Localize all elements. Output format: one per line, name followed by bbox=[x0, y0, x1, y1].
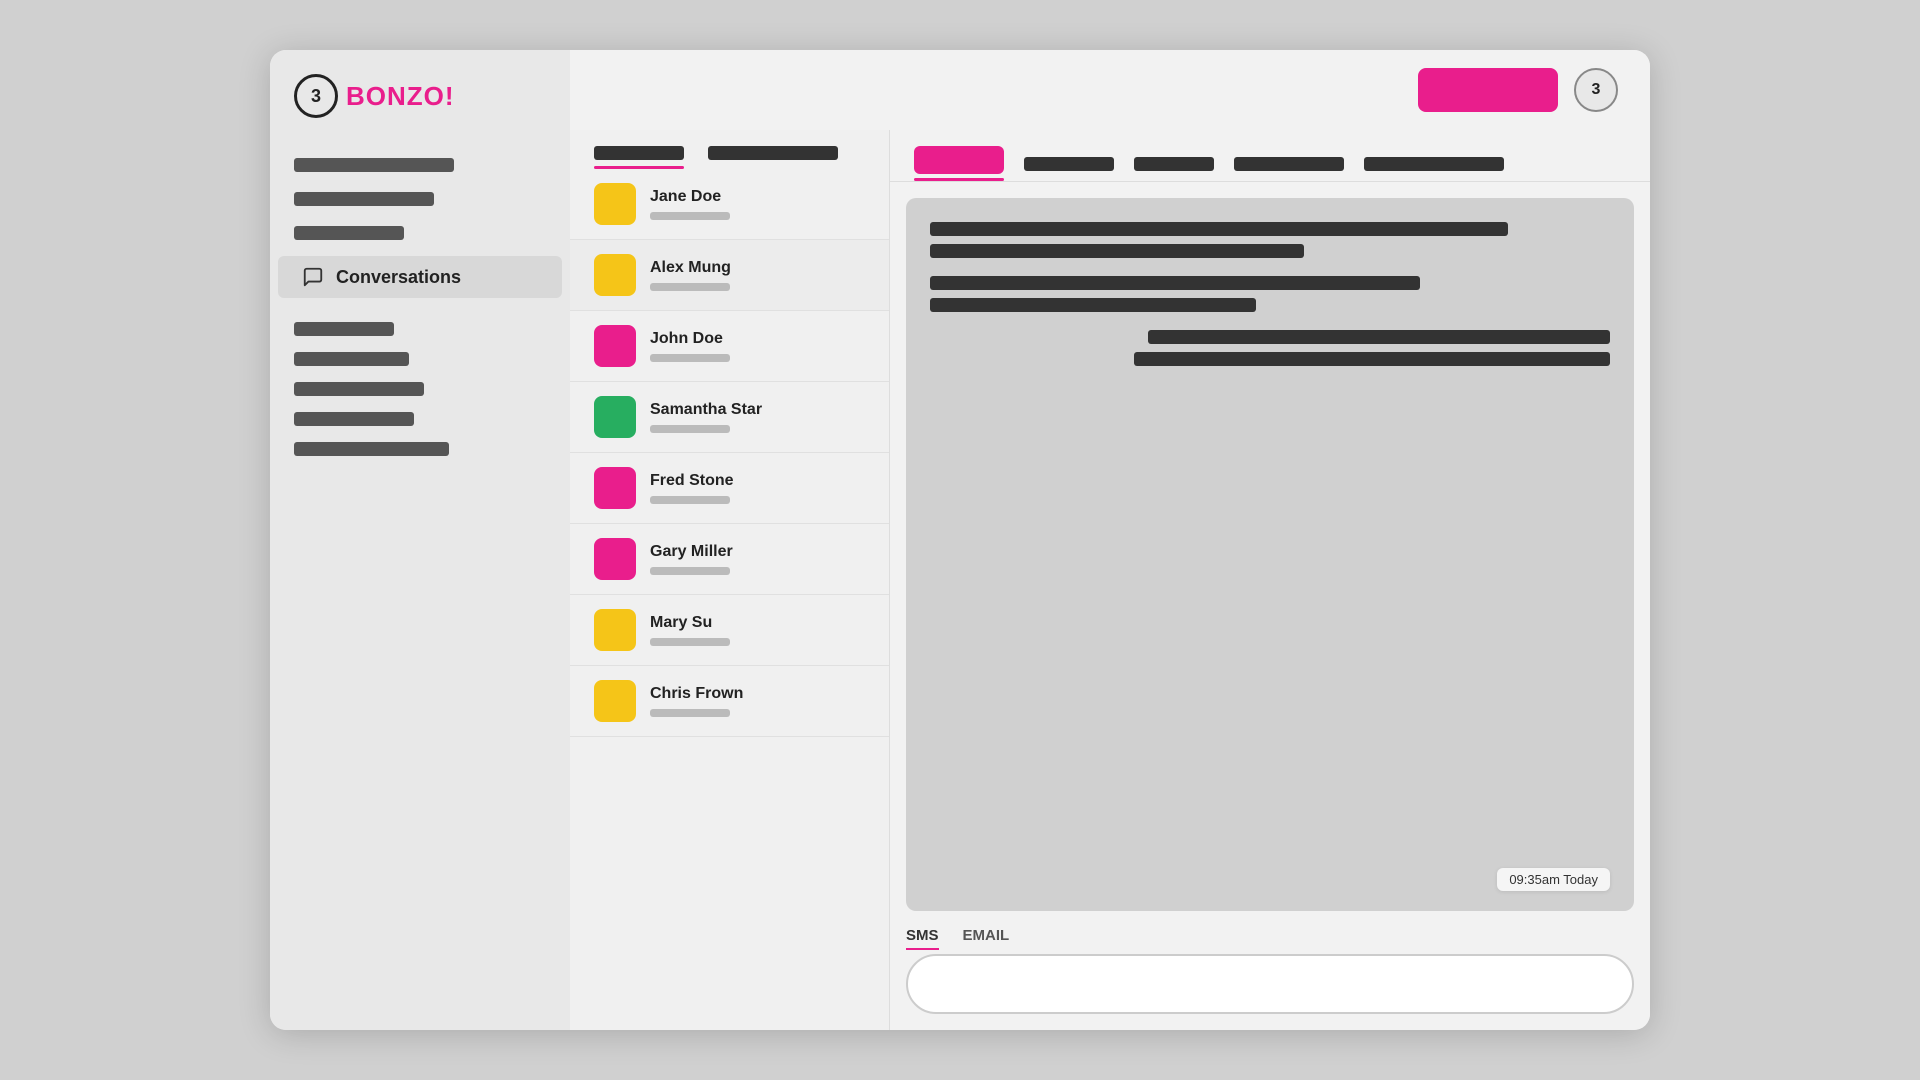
msg-line-r-1 bbox=[1148, 330, 1610, 344]
contact-name-fred-stone: Fred Stone bbox=[650, 472, 734, 490]
sidebar: 3 BONZO! Conversations bbox=[270, 50, 570, 1030]
contact-item-chris-frown[interactable]: Chris Frown bbox=[570, 666, 889, 737]
bottom-bar-2 bbox=[294, 352, 409, 366]
contact-name-john-doe: John Doe bbox=[650, 330, 730, 348]
message-block-right bbox=[930, 330, 1610, 366]
contact-bar-jane-doe bbox=[650, 212, 730, 220]
contact-panel: Jane Doe Alex Mung bbox=[570, 130, 890, 1030]
msg-line-1-1 bbox=[930, 222, 1508, 236]
nav-bar-3 bbox=[294, 226, 404, 240]
logo-text: BONZO! bbox=[346, 81, 455, 112]
contact-avatar-alex-mung bbox=[594, 254, 636, 296]
logo-circle: 3 bbox=[294, 74, 338, 118]
contact-item-jane-doe[interactable]: Jane Doe bbox=[570, 169, 889, 240]
contact-bar-gary-miller bbox=[650, 567, 730, 575]
reply-tab-sms[interactable]: SMS bbox=[906, 927, 939, 950]
conv-tab-2[interactable] bbox=[1024, 157, 1114, 171]
sidebar-item-conversations[interactable]: Conversations bbox=[278, 256, 562, 298]
message-block-2 bbox=[930, 276, 1610, 312]
msg-line-2-2 bbox=[930, 298, 1256, 312]
conv-tab-active-underline bbox=[914, 178, 1004, 181]
contact-info-mary-su: Mary Su bbox=[650, 614, 730, 646]
top-header: 3 bbox=[570, 50, 1650, 130]
contact-avatar-john-doe bbox=[594, 325, 636, 367]
contact-item-alex-mung[interactable]: Alex Mung bbox=[570, 240, 889, 311]
contact-name-alex-mung: Alex Mung bbox=[650, 259, 731, 277]
contact-info-john-doe: John Doe bbox=[650, 330, 730, 362]
nav-bar-2 bbox=[294, 192, 434, 206]
contact-tab-2[interactable] bbox=[708, 146, 838, 160]
contact-avatar-mary-su bbox=[594, 609, 636, 651]
msg-line-2-1 bbox=[930, 276, 1420, 290]
contact-item-gary-miller[interactable]: Gary Miller bbox=[570, 524, 889, 595]
contact-bar-fred-stone bbox=[650, 496, 730, 504]
contact-item-mary-su[interactable]: Mary Su bbox=[570, 595, 889, 666]
contact-name-samantha-star: Samantha Star bbox=[650, 401, 762, 419]
reply-input[interactable] bbox=[906, 954, 1634, 1014]
contact-avatar-jane-doe bbox=[594, 183, 636, 225]
contact-info-chris-frown: Chris Frown bbox=[650, 685, 743, 717]
contact-item-john-doe[interactable]: John Doe bbox=[570, 311, 889, 382]
contact-info-samantha-star: Samantha Star bbox=[650, 401, 762, 433]
conv-tab-4[interactable] bbox=[1234, 157, 1344, 171]
msg-line-r-2 bbox=[1134, 352, 1610, 366]
logo-area: 3 BONZO! bbox=[270, 74, 570, 150]
reply-tabs: SMS EMAIL bbox=[906, 927, 1634, 950]
contact-bar-john-doe bbox=[650, 354, 730, 362]
timestamp-badge: 09:35am Today bbox=[1497, 868, 1610, 891]
contact-bar-samantha-star bbox=[650, 425, 730, 433]
msg-line-1-2 bbox=[930, 244, 1304, 258]
contact-name-mary-su: Mary Su bbox=[650, 614, 730, 632]
contact-info-jane-doe: Jane Doe bbox=[650, 188, 730, 220]
conversations-label: Conversations bbox=[336, 267, 461, 288]
conv-tab-5[interactable] bbox=[1364, 157, 1504, 171]
contact-item-samantha-star[interactable]: Samantha Star bbox=[570, 382, 889, 453]
contact-tabs bbox=[570, 130, 889, 160]
contact-avatar-samantha-star bbox=[594, 396, 636, 438]
content-area: Jane Doe Alex Mung bbox=[570, 130, 1650, 1030]
contact-info-gary-miller: Gary Miller bbox=[650, 543, 733, 575]
contact-tab-1[interactable] bbox=[594, 146, 684, 160]
sidebar-bottom-bars bbox=[270, 314, 570, 464]
contact-bar-chris-frown bbox=[650, 709, 730, 717]
contact-name-jane-doe: Jane Doe bbox=[650, 188, 730, 206]
contact-avatar-fred-stone bbox=[594, 467, 636, 509]
user-avatar[interactable]: 3 bbox=[1574, 68, 1618, 112]
bottom-bar-3 bbox=[294, 382, 424, 396]
bottom-bar-4 bbox=[294, 412, 414, 426]
app-window: 3 BONZO! Conversations bbox=[270, 50, 1650, 1030]
contact-info-alex-mung: Alex Mung bbox=[650, 259, 731, 291]
message-area: 09:35am Today bbox=[906, 198, 1634, 911]
contact-list: Jane Doe Alex Mung bbox=[570, 169, 889, 1030]
bottom-bar-1 bbox=[294, 322, 394, 336]
reply-area: SMS EMAIL bbox=[890, 927, 1650, 1030]
message-block-1 bbox=[930, 222, 1610, 258]
bottom-bar-5 bbox=[294, 442, 449, 456]
contact-name-gary-miller: Gary Miller bbox=[650, 543, 733, 561]
conversations-icon bbox=[302, 266, 324, 288]
conv-tab-active[interactable] bbox=[914, 146, 1004, 174]
contact-avatar-gary-miller bbox=[594, 538, 636, 580]
pink-action-button[interactable] bbox=[1418, 68, 1558, 112]
contact-bar-mary-su bbox=[650, 638, 730, 646]
contact-item-fred-stone[interactable]: Fred Stone bbox=[570, 453, 889, 524]
contact-avatar-chris-frown bbox=[594, 680, 636, 722]
reply-tab-email[interactable]: EMAIL bbox=[963, 927, 1010, 950]
conv-tabs bbox=[890, 130, 1650, 182]
sidebar-nav: Conversations bbox=[270, 150, 570, 464]
conv-tab-3[interactable] bbox=[1134, 157, 1214, 171]
contact-bar-alex-mung bbox=[650, 283, 730, 291]
conversation-panel: 09:35am Today SMS EMAIL bbox=[890, 130, 1650, 1030]
main-content: 3 Jane Doe bbox=[570, 50, 1650, 1030]
contact-info-fred-stone: Fred Stone bbox=[650, 472, 734, 504]
contact-name-chris-frown: Chris Frown bbox=[650, 685, 743, 703]
nav-bar-1 bbox=[294, 158, 454, 172]
